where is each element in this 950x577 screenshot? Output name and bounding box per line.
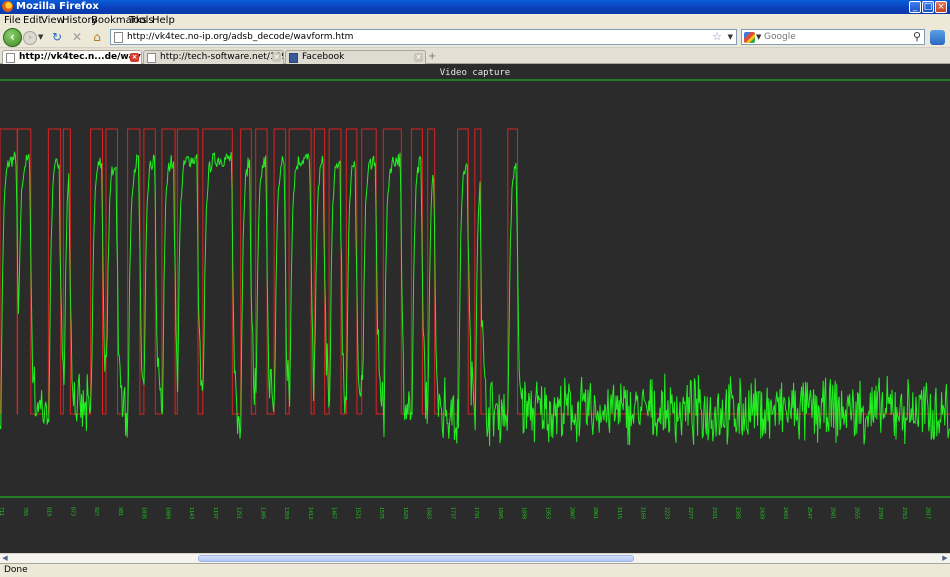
x-tick-label: 2763 <box>901 507 907 519</box>
reload-icon[interactable]: ↻ <box>50 30 64 44</box>
decode-trace <box>0 128 950 415</box>
status-text: Done <box>4 565 28 575</box>
status-bar: Done <box>0 563 950 577</box>
x-tick-label: 711 <box>0 507 4 516</box>
x-tick-label: 2277 <box>687 507 693 519</box>
search-engine-dropdown-icon[interactable]: ▼ <box>756 33 761 41</box>
x-tick-label: 1467 <box>331 507 337 519</box>
forward-button[interactable]: › <box>23 31 37 45</box>
tab-label: Facebook <box>302 52 345 62</box>
minimize-button[interactable]: _ <box>909 1 921 13</box>
facebook-favicon-icon <box>289 53 298 63</box>
x-tick-label: 1251 <box>236 507 242 519</box>
x-tick-label: 2385 <box>735 507 741 519</box>
tab-bar: http://vk4tec.n...de/wavform.htm × http:… <box>0 48 950 65</box>
x-tick-label: 1683 <box>426 507 432 519</box>
x-tick-label: 1629 <box>402 507 408 519</box>
x-tick-label: 1197 <box>212 507 218 519</box>
tab-label: http://tech-software.net/1090_video/ <box>160 52 283 62</box>
x-tick-label: 2547 <box>806 507 812 519</box>
page-favicon-icon <box>147 53 156 63</box>
page-icon <box>114 32 123 43</box>
x-tick-label: 819 <box>46 507 52 516</box>
tab-tech-software[interactable]: http://tech-software.net/1090_video/ × <box>143 50 284 64</box>
menu-file[interactable]: File <box>4 14 21 27</box>
new-tab-icon[interactable]: + <box>428 51 436 63</box>
decode-layer <box>0 128 950 415</box>
url-input[interactable] <box>127 30 707 44</box>
navigation-toolbar: ‹ › ▼ ↻ ✕ ⌂ ☆ ▼ ▼ ⚲ <box>0 27 950 48</box>
window-title: Mozilla Firefox <box>16 1 99 12</box>
close-tab-icon[interactable]: × <box>414 53 423 62</box>
x-tick-label: 927 <box>93 507 99 516</box>
google-logo-icon[interactable] <box>744 32 755 43</box>
x-tick-label: 2439 <box>758 507 764 519</box>
menu-tools[interactable]: Tools <box>129 14 154 27</box>
close-tab-icon[interactable]: × <box>130 53 139 62</box>
window-titlebar: Mozilla Firefox _ □ × <box>0 0 950 14</box>
x-tick-label: 1359 <box>283 507 289 519</box>
x-tick-label: 2331 <box>711 507 717 519</box>
page-favicon-icon <box>6 53 15 63</box>
back-button[interactable]: ‹ <box>3 28 22 47</box>
x-tick-label: 2223 <box>663 507 669 519</box>
addon-icon[interactable] <box>930 30 945 45</box>
x-tick-label: 1089 <box>164 507 170 519</box>
close-tab-icon[interactable]: × <box>272 53 281 62</box>
x-tick-label: 1737 <box>450 507 456 519</box>
x-tick-label: 2169 <box>640 507 646 519</box>
scroll-right-icon[interactable]: ▶ <box>940 554 950 563</box>
x-tick-label: 765 <box>22 507 28 516</box>
x-tick-label: 2115 <box>616 507 622 519</box>
search-input[interactable] <box>764 30 904 44</box>
x-tick-label: 1899 <box>521 507 527 519</box>
search-icon[interactable]: ⚲ <box>913 30 921 44</box>
bookmark-star-icon[interactable]: ☆ <box>712 30 722 44</box>
close-window-button[interactable]: × <box>935 1 947 13</box>
waveform-chart: 711 765 819 873 927 981 1035 1089 1143 1197 1251 13… <box>0 79 950 519</box>
history-dropdown-icon[interactable]: ▼ <box>38 33 43 41</box>
x-tick-label: 2493 <box>782 507 788 519</box>
page-content: 711 765 819 873 927 981 1035 1089 1143 1197 1251 13… <box>0 64 950 553</box>
x-tick-label: 873 <box>69 507 75 516</box>
search-bar[interactable]: ▼ ⚲ <box>741 29 925 45</box>
x-tick-label: 2709 <box>877 507 883 519</box>
tick-layer: 711 765 819 873 927 981 1035 1089 1143 1197 1251 13… <box>0 507 931 519</box>
stop-icon[interactable]: ✕ <box>70 30 84 44</box>
x-tick-label: 2655 <box>853 507 859 519</box>
x-tick-label: 1953 <box>545 507 551 519</box>
x-tick-label: 1035 <box>141 507 147 519</box>
x-tick-label: 2007 <box>568 507 574 519</box>
page-title: Video capture <box>439 68 511 78</box>
url-dropdown-icon[interactable]: ▼ <box>728 33 733 41</box>
x-tick-label: 1143 <box>188 507 194 519</box>
tab-wavform[interactable]: http://vk4tec.n...de/wavform.htm × <box>2 50 142 65</box>
menu-bar: File Edit View History Bookmarks Tools H… <box>0 14 950 27</box>
x-tick-label: 981 <box>117 507 123 516</box>
x-tick-label: 1845 <box>497 507 503 519</box>
x-tick-label: 1521 <box>354 507 360 519</box>
firefox-logo-icon <box>2 1 13 12</box>
menu-help[interactable]: Help <box>152 14 175 27</box>
x-tick-label: 1791 <box>473 507 479 519</box>
maximize-button[interactable]: □ <box>922 1 934 13</box>
scroll-left-icon[interactable]: ◀ <box>0 554 10 563</box>
address-bar[interactable]: ☆ ▼ <box>110 29 737 45</box>
x-tick-label: 1305 <box>259 507 265 519</box>
x-tick-label: 1413 <box>307 507 313 519</box>
x-tick-label: 1575 <box>378 507 384 519</box>
scrollbar-thumb[interactable] <box>198 555 634 562</box>
x-tick-label: 2601 <box>830 507 836 519</box>
tab-label: http://vk4tec.n...de/wavform.htm <box>19 52 141 62</box>
horizontal-scrollbar[interactable]: ◀ ▶ <box>0 553 950 563</box>
x-tick-label: 2061 <box>592 507 598 519</box>
tab-facebook[interactable]: Facebook × <box>285 50 426 64</box>
menu-edit[interactable]: Edit <box>23 14 42 27</box>
home-icon[interactable]: ⌂ <box>90 30 104 44</box>
x-tick-label: 2817 <box>925 507 931 519</box>
